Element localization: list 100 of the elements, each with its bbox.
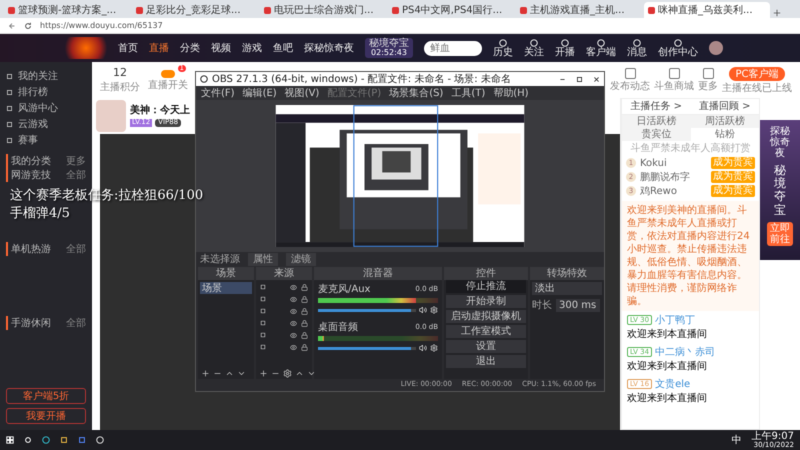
rank-tab[interactable]: 贵宾位 bbox=[622, 128, 690, 141]
event-timer[interactable]: 秘境夺宝 02:52:43 bbox=[365, 38, 413, 58]
rank-name: 鹏鹏说布字 bbox=[640, 172, 690, 182]
search-field[interactable]: 鲜血 bbox=[424, 40, 482, 56]
browser-tab[interactable]: PS4中文网,PS4国行... bbox=[388, 2, 514, 18]
nav-link[interactable]: 视频 bbox=[211, 41, 231, 55]
header-action[interactable]: 历史 bbox=[493, 46, 513, 58]
address-field[interactable]: https://www.douyu.com/65137 bbox=[40, 21, 163, 30]
speaker-icon[interactable] bbox=[419, 344, 427, 352]
more-link[interactable]: 全部 bbox=[66, 168, 86, 182]
more-link[interactable]: 更多 bbox=[66, 154, 86, 168]
settings-icon[interactable] bbox=[430, 344, 438, 352]
header-action[interactable]: 关注 bbox=[524, 46, 544, 58]
nav-link[interactable]: 分类 bbox=[180, 41, 200, 55]
sidebar-item[interactable]: 赛事 bbox=[6, 132, 86, 148]
tool-icon[interactable] bbox=[624, 68, 636, 79]
sidebar-item[interactable]: 排行榜 bbox=[6, 84, 86, 100]
control-button[interactable]: 开始录制 bbox=[446, 295, 526, 308]
task-link[interactable]: 直播回顾 > bbox=[698, 101, 751, 112]
nav-link[interactable]: 探秘惊奇夜 bbox=[304, 41, 354, 55]
lock-icon[interactable] bbox=[301, 344, 308, 350]
browser-tab[interactable]: 足彩比分_竞彩足球... bbox=[132, 2, 258, 18]
control-button[interactable]: 启动虚拟摄像机 bbox=[446, 310, 526, 323]
settings-icon[interactable] bbox=[283, 368, 292, 378]
menu-item[interactable]: 视图(V) bbox=[284, 86, 320, 100]
new-tab-icon[interactable] bbox=[772, 8, 782, 18]
header-action[interactable]: 开播 bbox=[555, 46, 575, 58]
clock-time[interactable]: 上午9:07 bbox=[752, 430, 794, 442]
header-action[interactable]: 创作中心 bbox=[658, 46, 698, 58]
add-icon[interactable] bbox=[201, 368, 210, 378]
tool-label[interactable]: 更多 bbox=[698, 81, 718, 92]
client-note: 主播在线已上线 bbox=[722, 82, 792, 94]
sidebar-button[interactable]: 客户端5折 bbox=[6, 388, 86, 404]
ad-banner[interactable]: 探秘惊奇夜 秘境夺宝 立即前往 bbox=[760, 120, 800, 260]
browser-tab[interactable]: 篮球预测-篮球方案_... bbox=[4, 2, 130, 18]
rank-tab[interactable]: 钻粉 bbox=[690, 128, 759, 141]
section-title: 手游休闲 bbox=[6, 316, 51, 330]
user-avatar[interactable] bbox=[709, 41, 723, 55]
source-bar-button[interactable]: 滤镜 bbox=[286, 253, 316, 266]
browser-tab[interactable]: 主机游戏直播_主机... bbox=[516, 2, 642, 18]
tool-label[interactable]: 直播开关 bbox=[148, 80, 188, 90]
duration-field[interactable]: 300 ms bbox=[556, 299, 600, 312]
nav-link[interactable]: 鱼吧 bbox=[273, 41, 293, 55]
speaker-icon[interactable] bbox=[419, 306, 427, 314]
control-button[interactable]: 设置 bbox=[446, 340, 526, 353]
nav-link[interactable]: 直播 bbox=[149, 41, 169, 55]
eye-icon[interactable] bbox=[290, 332, 297, 338]
eye-icon[interactable] bbox=[290, 308, 297, 314]
browser-tab[interactable]: 电玩巴士综合游戏门... bbox=[260, 2, 386, 18]
favicon-icon bbox=[648, 6, 655, 14]
task-link[interactable]: 主播任务 > bbox=[630, 101, 682, 112]
browser-tab[interactable]: 咪神直播_乌兹美利... bbox=[644, 2, 770, 18]
nav-link[interactable]: 首页 bbox=[118, 41, 138, 55]
ime-indicator[interactable]: 中 bbox=[732, 434, 742, 446]
menu-item[interactable]: 工具(T) bbox=[451, 86, 486, 100]
tool-icon[interactable] bbox=[668, 68, 680, 79]
user-name[interactable]: 中二病丶赤司 bbox=[655, 345, 716, 359]
lock-icon[interactable] bbox=[301, 308, 308, 314]
toggle-icon[interactable] bbox=[161, 70, 175, 78]
more-link[interactable]: 全部 bbox=[66, 242, 86, 256]
eye-icon[interactable] bbox=[290, 296, 297, 302]
add-icon[interactable] bbox=[259, 368, 268, 378]
eye-icon[interactable] bbox=[290, 344, 297, 350]
lock-icon[interactable] bbox=[301, 296, 308, 302]
transition-select[interactable]: 淡出 bbox=[532, 282, 602, 295]
rank-tab[interactable]: 日活跃榜 bbox=[622, 115, 690, 128]
no-source-label: 未选择源 bbox=[200, 254, 240, 265]
control-button[interactable]: 停止推流 bbox=[446, 280, 526, 293]
rank-tab[interactable]: 周活跃榜 bbox=[690, 115, 759, 128]
sidebar-button[interactable]: 我要开播 bbox=[6, 408, 86, 424]
header-icon bbox=[597, 38, 605, 46]
header-icon bbox=[530, 38, 538, 46]
sidebar-item[interactable]: 风游中心 bbox=[6, 100, 86, 116]
tool-label[interactable]: 斗鱼商城 bbox=[654, 81, 694, 92]
settings-icon[interactable] bbox=[430, 306, 438, 314]
eye-icon[interactable] bbox=[290, 320, 297, 326]
favicon-icon bbox=[8, 6, 15, 14]
control-button[interactable]: 工作室模式 bbox=[446, 325, 526, 338]
lock-icon[interactable] bbox=[301, 332, 308, 338]
score-value: 12 bbox=[113, 67, 127, 80]
header-icon bbox=[499, 38, 507, 46]
lock-icon[interactable] bbox=[301, 284, 308, 290]
menu-item[interactable]: 场景集合(S) bbox=[389, 86, 444, 100]
menu-item[interactable]: 编辑(E) bbox=[242, 86, 277, 100]
more-link[interactable]: 全部 bbox=[66, 316, 86, 330]
lock-icon[interactable] bbox=[301, 320, 308, 326]
menu-item[interactable]: 文件(F) bbox=[201, 86, 235, 100]
sidebar-item[interactable]: 我的关注 bbox=[6, 68, 86, 84]
control-button[interactable]: 退出 bbox=[446, 355, 526, 368]
source-bar-button[interactable]: 属性 bbox=[248, 253, 278, 266]
tool-label[interactable]: 发布动态 bbox=[610, 81, 650, 92]
eye-icon[interactable] bbox=[290, 284, 297, 290]
menu-item[interactable]: 帮助(H) bbox=[493, 86, 529, 100]
header-action[interactable]: 客户端 bbox=[586, 46, 616, 58]
tool-icon[interactable] bbox=[702, 68, 714, 79]
section-title: 单机热游 bbox=[6, 242, 51, 256]
sidebar-item[interactable]: 云游戏 bbox=[6, 116, 86, 132]
scene-item[interactable]: 场景 bbox=[200, 282, 252, 294]
nav-link[interactable]: 游戏 bbox=[242, 41, 262, 55]
header-action[interactable]: 消息 bbox=[627, 46, 647, 58]
